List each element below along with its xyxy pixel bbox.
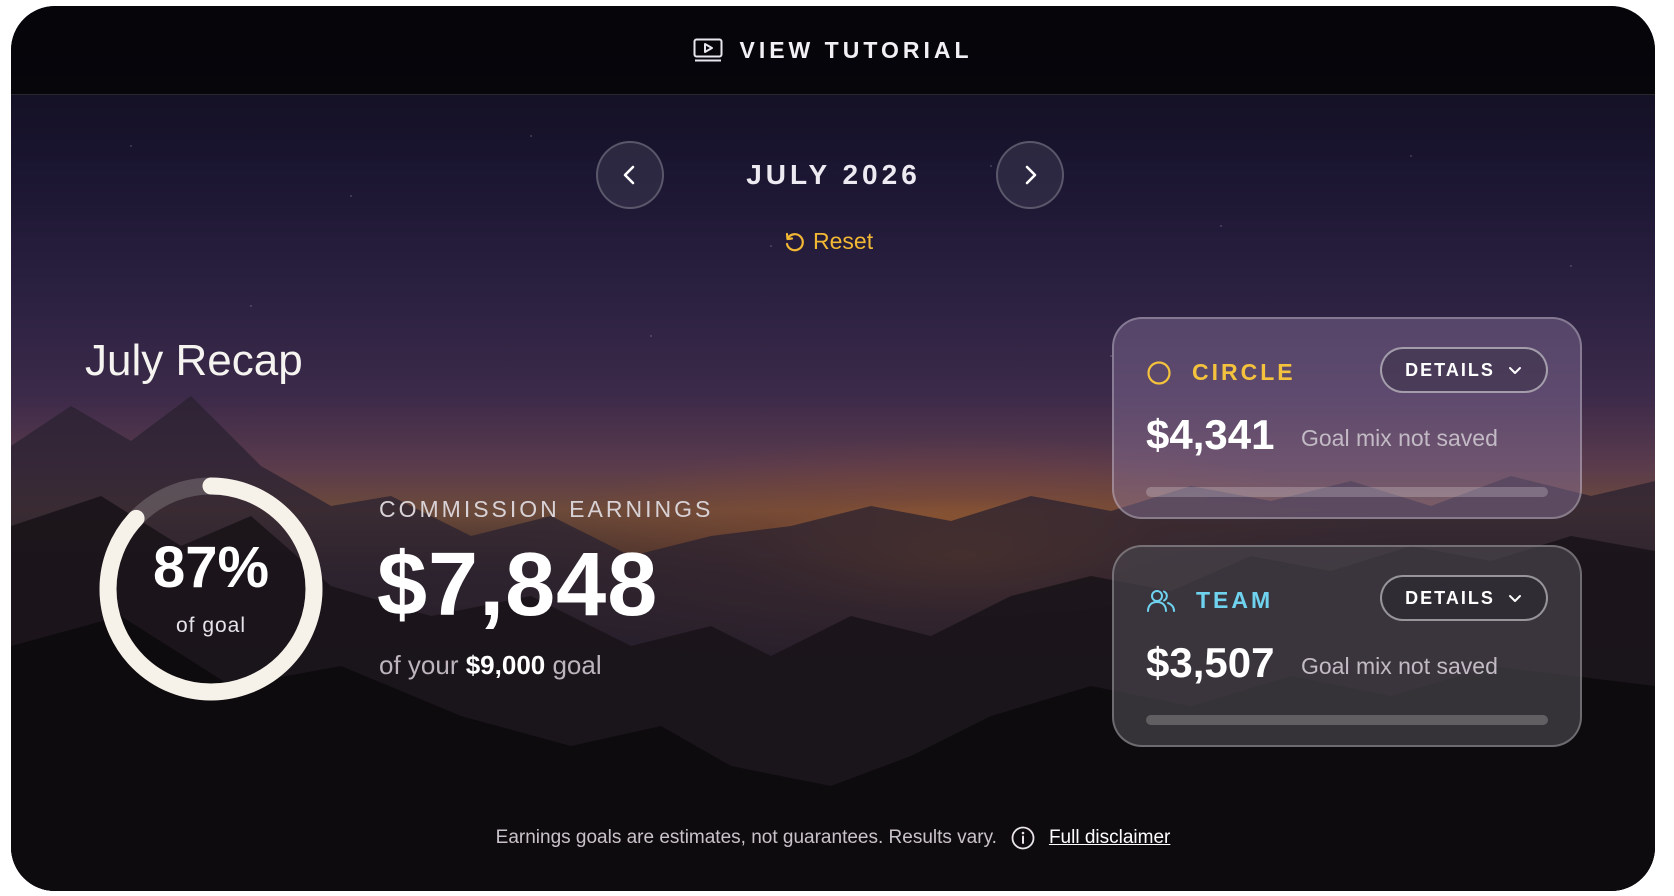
circle-card-note: Goal mix not saved bbox=[1301, 425, 1498, 451]
current-month: JULY 2026 bbox=[746, 159, 921, 190]
commission-earnings-label: COMMISSION EARNINGS bbox=[379, 496, 714, 522]
circle-details-label: DETAILS bbox=[1405, 359, 1495, 380]
info-icon bbox=[1011, 826, 1035, 850]
circle-card-progress-bar bbox=[1146, 487, 1548, 497]
team-card-amount: $3,507 bbox=[1146, 639, 1275, 686]
commission-earnings-value: $7,848 bbox=[377, 535, 659, 635]
disclaimer-text: Earnings goals are estimates, not guaran… bbox=[495, 827, 997, 848]
previous-month-button[interactable] bbox=[596, 141, 664, 209]
chevron-right-icon bbox=[1025, 165, 1037, 185]
chevron-down-icon bbox=[1508, 367, 1521, 374]
earnings-recap-panel: VIEW TUTORIAL JULY 2026 Reset July Recap… bbox=[11, 6, 1655, 891]
video-play-icon bbox=[693, 38, 723, 62]
recap-title: July Recap bbox=[85, 336, 303, 385]
goal-prefix: of your bbox=[379, 650, 466, 680]
goal-amount: $9,000 bbox=[465, 650, 546, 680]
circle-details-button[interactable]: DETAILS bbox=[1380, 347, 1548, 393]
circle-card-header: CIRCLE bbox=[1146, 359, 1296, 386]
goal-progress-text: 87% of goal bbox=[91, 469, 331, 709]
circle-card-amount: $4,341 bbox=[1146, 411, 1275, 458]
circle-icon bbox=[1147, 360, 1171, 385]
disclaimer-footer: Earnings goals are estimates, not guaran… bbox=[11, 826, 1655, 850]
team-card-name: TEAM bbox=[1196, 587, 1274, 613]
team-card-header: TEAM bbox=[1146, 587, 1273, 614]
team-card: TEAM DETAILS $3,507 Goal mix not saved bbox=[1112, 545, 1582, 747]
reset-label: Reset bbox=[813, 228, 874, 254]
chevron-left-icon bbox=[623, 165, 635, 185]
view-tutorial-label: VIEW TUTORIAL bbox=[739, 36, 973, 63]
reset-icon bbox=[785, 232, 804, 251]
circle-card: CIRCLE DETAILS $4,341 Goal mix not saved bbox=[1112, 317, 1582, 519]
circle-card-name: CIRCLE bbox=[1192, 359, 1296, 385]
team-details-button[interactable]: DETAILS bbox=[1380, 575, 1548, 621]
full-disclaimer-link[interactable]: Full disclaimer bbox=[1049, 827, 1170, 849]
goal-percent: 87% bbox=[152, 535, 270, 600]
team-card-note: Goal mix not saved bbox=[1301, 653, 1498, 679]
team-details-label: DETAILS bbox=[1405, 587, 1495, 608]
view-tutorial-bar[interactable]: VIEW TUTORIAL bbox=[11, 6, 1655, 95]
users-icon bbox=[1147, 589, 1175, 612]
goal-percent-caption: of goal bbox=[175, 614, 247, 637]
goal-suffix: goal bbox=[545, 650, 602, 680]
month-navigator: JULY 2026 bbox=[11, 141, 1655, 211]
next-month-button[interactable] bbox=[996, 141, 1064, 209]
chevron-down-icon bbox=[1508, 595, 1521, 602]
team-card-progress-bar bbox=[1146, 715, 1548, 725]
reset-button[interactable]: Reset bbox=[783, 228, 873, 255]
goal-summary: of your $9,000 goal bbox=[379, 650, 602, 681]
